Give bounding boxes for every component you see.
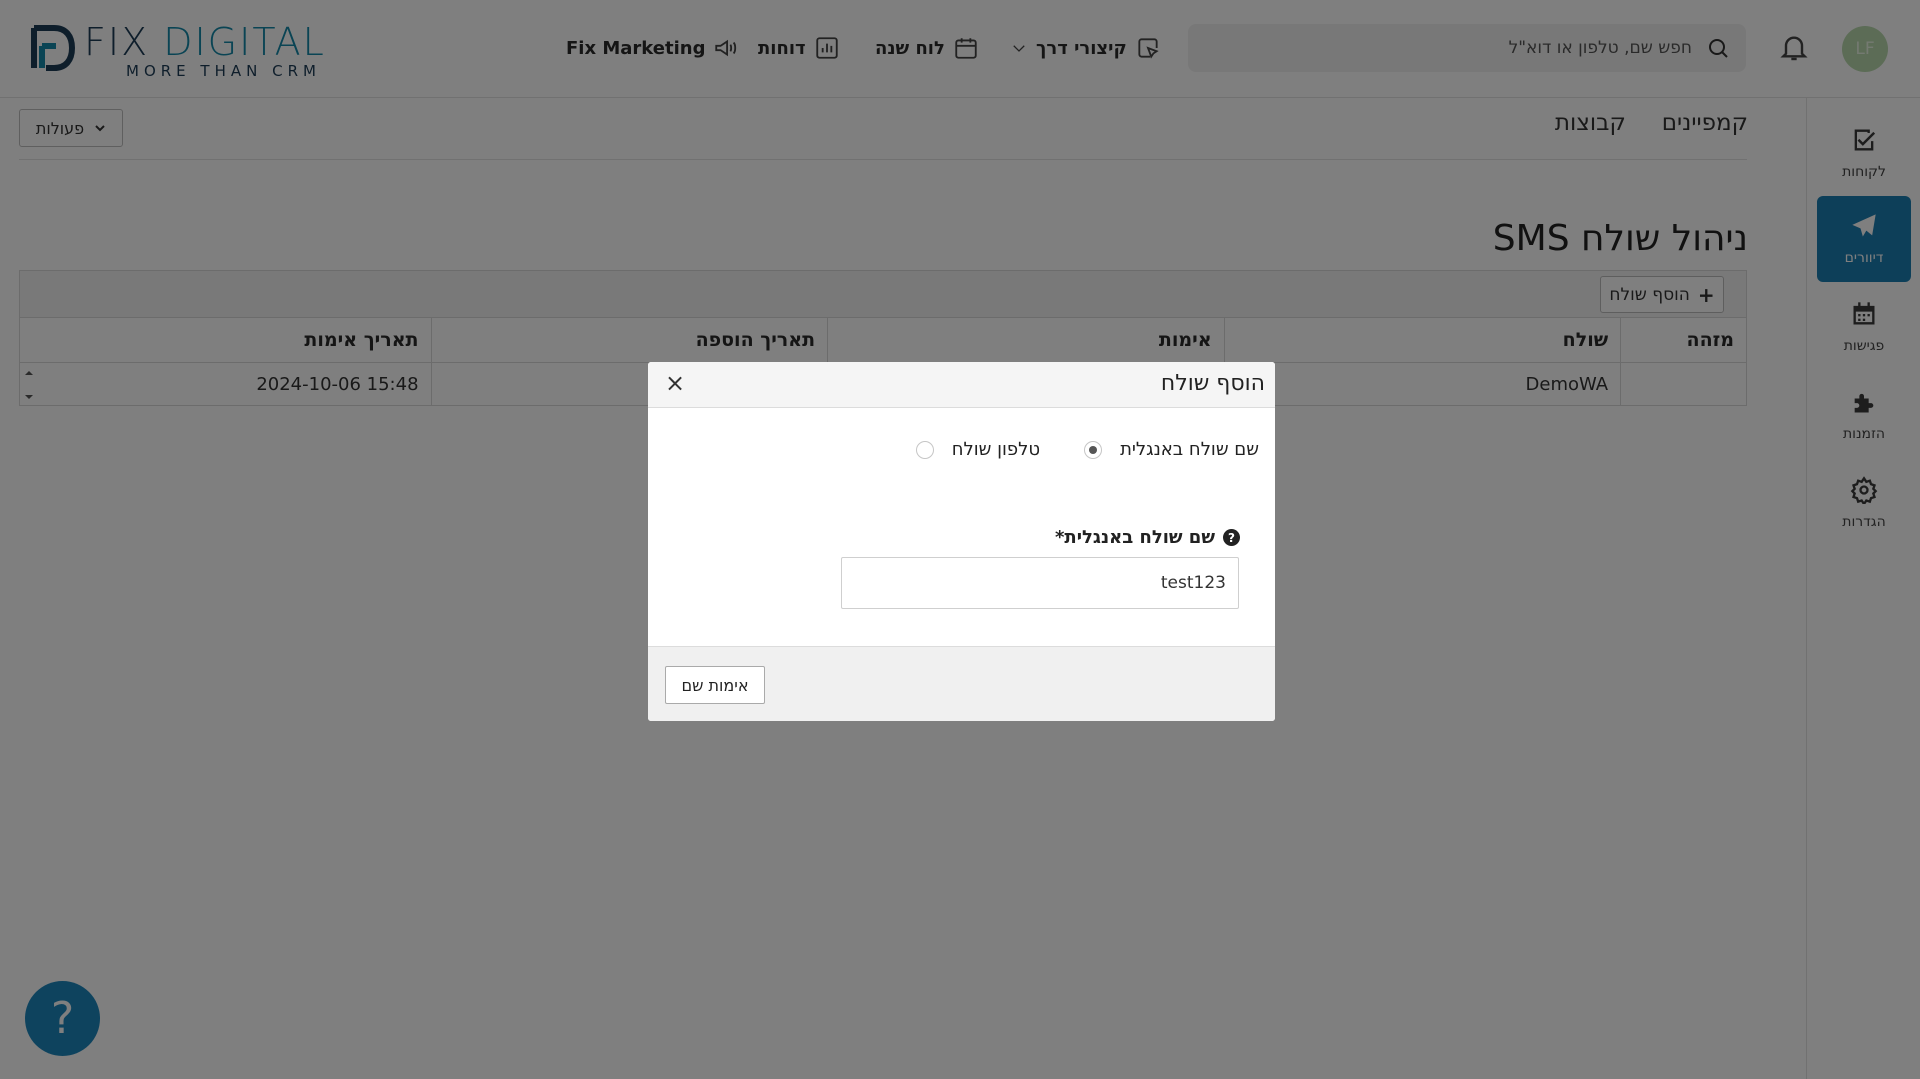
radio-phone-label: טלפון שולח xyxy=(951,439,1041,460)
modal-header: הוסף שולח × xyxy=(648,362,1275,408)
radio-option-name[interactable]: שם שולח באנגלית xyxy=(1084,439,1259,460)
add-sender-modal: הוסף שולח × טלפון שולח שם שולח באנגלית ש… xyxy=(648,362,1275,721)
question-circle-icon[interactable]: ? xyxy=(1223,529,1240,546)
radio-name-label: שם שולח באנגלית xyxy=(1120,439,1259,460)
close-icon[interactable]: × xyxy=(664,370,686,396)
radio-option-phone[interactable]: טלפון שולח xyxy=(915,439,1041,460)
sender-name-input[interactable] xyxy=(841,557,1239,609)
radio-name[interactable] xyxy=(1084,440,1103,459)
sender-name-label-text: שם שולח באנגלית* xyxy=(1055,527,1215,548)
radio-phone[interactable] xyxy=(915,440,934,459)
sender-type-radio-group: טלפון שולח שם שולח באנגלית xyxy=(872,439,1259,460)
modal-title: הוסף שולח xyxy=(1160,371,1265,396)
sender-name-field-label: שם שולח באנגלית* ? xyxy=(1055,527,1240,548)
modal-footer: אימות שם xyxy=(648,646,1275,721)
verify-name-button[interactable]: אימות שם xyxy=(665,666,765,704)
